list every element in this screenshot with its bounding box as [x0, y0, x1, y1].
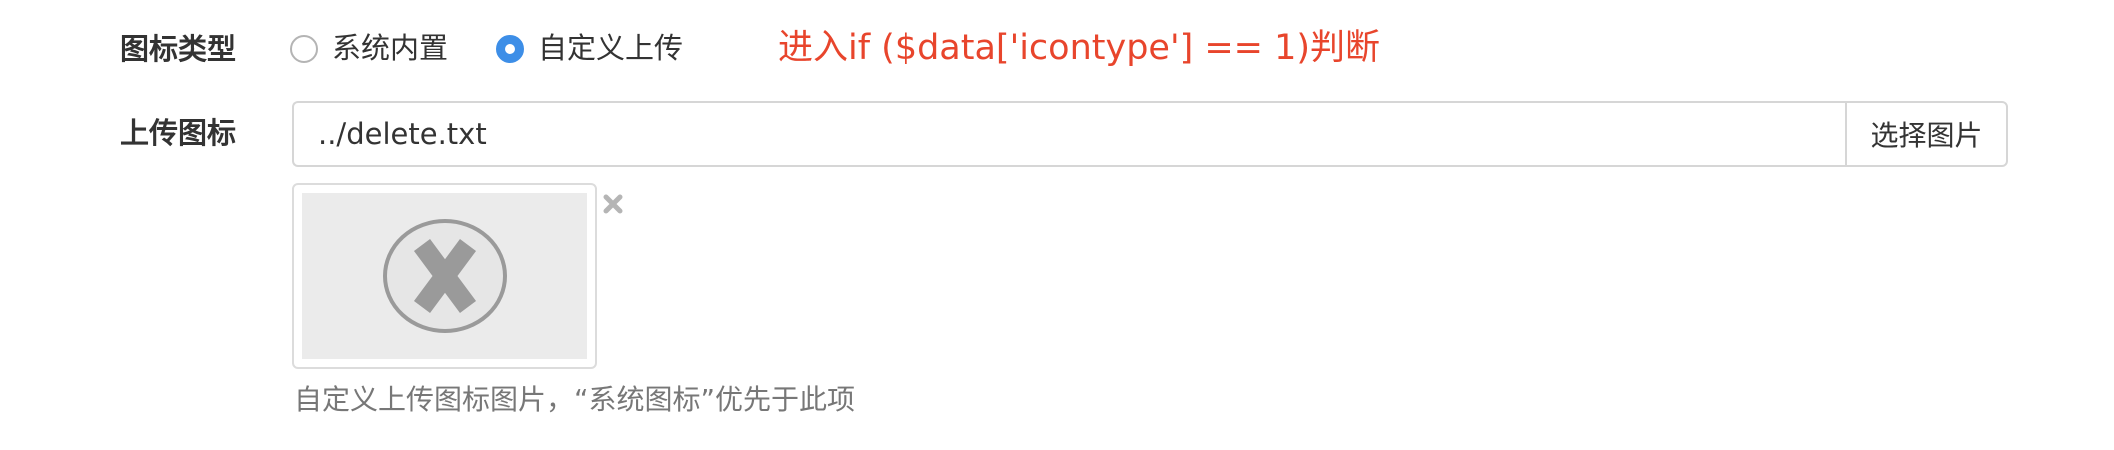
choose-image-button[interactable]: 选择图片 [1845, 101, 2008, 167]
upload-icon-label: 上传图标 [120, 116, 237, 150]
icon-type-label: 图标类型 [120, 32, 237, 66]
upload-input-group: 选择图片 [292, 101, 2008, 167]
close-icon[interactable] [602, 193, 624, 219]
radio-custom-upload[interactable]: 自定义上传 [496, 34, 683, 63]
broken-image-x-icon [382, 219, 507, 333]
image-preview-area [302, 193, 587, 359]
radio-unchecked-icon[interactable] [290, 34, 318, 63]
image-preview [292, 183, 597, 369]
code-annotation: 进入if ($data['icontype'] == 1)判断 [778, 28, 1381, 68]
upload-help-text: 自定义上传图标图片，“系统图标”优先于此项 [294, 383, 856, 416]
radio-system-builtin[interactable]: 系统内置 [290, 34, 448, 63]
upload-path-input[interactable] [292, 101, 1845, 167]
radio-system-builtin-label[interactable]: 系统内置 [332, 34, 448, 63]
radio-custom-upload-label[interactable]: 自定义上传 [538, 34, 683, 63]
radio-checked-icon[interactable] [496, 34, 524, 63]
